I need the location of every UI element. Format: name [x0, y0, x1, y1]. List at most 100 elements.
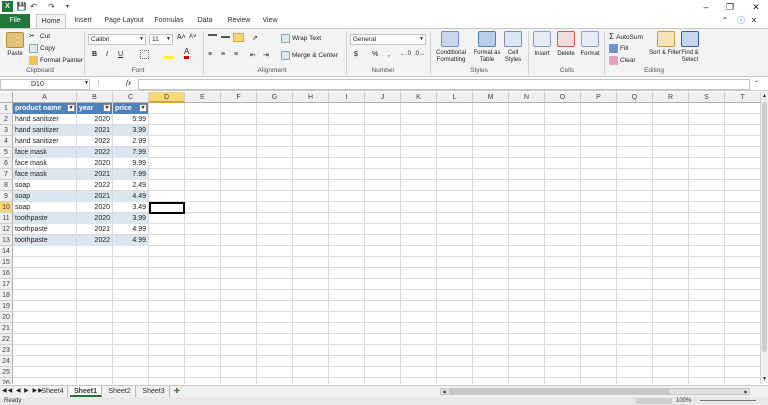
row-header-17[interactable]: 17: [0, 279, 13, 290]
row-header-8[interactable]: 8: [0, 180, 13, 191]
table-cell[interactable]: 2022: [77, 147, 112, 158]
table-cell[interactable]: 2022: [77, 136, 112, 147]
column-header-d[interactable]: D: [149, 92, 185, 103]
function-icon[interactable]: fx: [126, 79, 131, 87]
align-middle-icon[interactable]: [221, 36, 230, 38]
table-cell[interactable]: 2022: [77, 180, 112, 191]
table-cell[interactable]: 4.99: [113, 235, 148, 246]
table-cell[interactable]: hand sanitizer: [13, 136, 76, 147]
grow-font-icon[interactable]: A˄: [177, 34, 186, 41]
table-cell[interactable]: 2021: [77, 224, 112, 235]
shrink-font-icon[interactable]: A˅: [189, 34, 197, 40]
column-header-g[interactable]: G: [257, 92, 293, 103]
new-sheet-icon[interactable]: ✚: [174, 387, 180, 395]
save-icon[interactable]: 💾: [16, 1, 27, 12]
table-cell[interactable]: face mask: [13, 158, 76, 169]
scroll-thumb[interactable]: [762, 102, 767, 352]
align-center-icon[interactable]: ≡: [221, 51, 225, 58]
sheet-tab[interactable]: Sheet2: [104, 386, 136, 397]
paste-button[interactable]: Paste: [2, 51, 28, 58]
table-cell[interactable]: hand sanitizer: [13, 114, 76, 125]
table-cell[interactable]: 5.99: [113, 114, 148, 125]
active-cell[interactable]: [149, 202, 185, 214]
column-header-q[interactable]: Q: [617, 92, 653, 103]
table-cell[interactable]: 2020: [77, 158, 112, 169]
format-as-table-icon[interactable]: [478, 31, 496, 47]
minimize-button[interactable]: –: [694, 0, 718, 14]
table-cell[interactable]: 2021: [77, 169, 112, 180]
merge-center-button[interactable]: Merge & Center: [281, 51, 338, 60]
row-header-14[interactable]: 14: [0, 246, 13, 257]
table-cell[interactable]: toothpaste: [13, 235, 76, 246]
row-header-3[interactable]: 3: [0, 125, 13, 136]
format-cells-button[interactable]: Format: [577, 51, 603, 58]
align-left-icon[interactable]: ≡: [208, 51, 212, 58]
row-header-10[interactable]: 10: [0, 202, 13, 213]
row-header-23[interactable]: 23: [0, 345, 13, 356]
horizontal-scrollbar[interactable]: ◀ ▶: [440, 388, 750, 395]
number-format-select[interactable]: General ▼: [350, 34, 426, 45]
delete-cells-icon[interactable]: [557, 31, 575, 47]
copy-button[interactable]: Copy: [29, 44, 55, 53]
table-cell[interactable]: 2020: [77, 114, 112, 125]
select-all-corner[interactable]: [0, 92, 13, 103]
sheet-tab[interactable]: Sheet3: [138, 386, 170, 397]
delete-cells-button[interactable]: Delete: [553, 51, 579, 58]
view-buttons[interactable]: [636, 398, 672, 404]
cell-styles-icon[interactable]: [504, 31, 522, 47]
wrap-text-button[interactable]: Wrap Text: [281, 34, 321, 43]
percent-button[interactable]: %: [372, 51, 378, 58]
workbook-close-icon[interactable]: ✕: [748, 14, 760, 28]
sheet-tab[interactable]: Sheet4: [38, 386, 68, 397]
table-cell[interactable]: 2020: [77, 202, 112, 213]
name-box[interactable]: D10: [0, 79, 90, 90]
table-cell[interactable]: 2021: [77, 191, 112, 202]
help-icon[interactable]: ⓘ: [734, 14, 748, 28]
worksheet-grid[interactable]: ABCDEFGHIJKLMNOPQRST 1 2 3 4 5 6 7 8 9 10 11 12 13 14…: [0, 92, 760, 384]
table-header-cell[interactable]: price ▾: [113, 103, 148, 114]
decrease-indent-icon[interactable]: ⇤: [250, 51, 256, 59]
row-header-24[interactable]: 24: [0, 356, 13, 367]
table-cell[interactable]: 3.49: [113, 202, 148, 213]
customize-toolbar-icon[interactable]: ▾: [62, 1, 73, 12]
table-cell[interactable]: 2.49: [113, 180, 148, 191]
align-bottom-icon[interactable]: [233, 33, 244, 42]
font-name-select[interactable]: Calibri ▼: [88, 34, 146, 45]
increase-indent-icon[interactable]: ⇥: [263, 51, 269, 59]
orientation-icon[interactable]: ⇗: [252, 34, 258, 42]
table-cell[interactable]: 2.99: [113, 136, 148, 147]
tab-home[interactable]: Home: [36, 14, 66, 28]
expand-formula-icon[interactable]: ⌃: [754, 80, 759, 87]
table-header-cell[interactable]: product name ▾: [13, 103, 76, 114]
format-cells-icon[interactable]: [581, 31, 599, 47]
minimize-ribbon-icon[interactable]: ⌃: [718, 14, 732, 28]
row-header-18[interactable]: 18: [0, 290, 13, 301]
row-header-9[interactable]: 9: [0, 191, 13, 202]
column-header-p[interactable]: P: [581, 92, 617, 103]
table-cell[interactable]: toothpaste: [13, 224, 76, 235]
autosum-button[interactable]: Σ AutoSum: [609, 32, 643, 41]
scroll-down-icon[interactable]: ▼: [761, 375, 768, 383]
currency-button[interactable]: $: [354, 51, 358, 58]
filter-dropdown-icon[interactable]: ▾: [103, 104, 111, 112]
zoom-slider[interactable]: [700, 400, 756, 401]
column-header-j[interactable]: J: [365, 92, 401, 103]
column-header-a[interactable]: A: [13, 92, 77, 103]
insert-cells-icon[interactable]: [533, 31, 551, 47]
cell-styles-button[interactable]: Cell Styles: [500, 50, 526, 64]
column-header-c[interactable]: C: [113, 92, 149, 103]
bold-button[interactable]: B: [92, 51, 97, 58]
row-header-12[interactable]: 12: [0, 224, 13, 235]
font-size-select[interactable]: 11 ▼: [149, 34, 173, 45]
column-header-b[interactable]: B: [77, 92, 113, 103]
italic-button[interactable]: I: [106, 51, 108, 58]
table-cell[interactable]: soap: [13, 202, 76, 213]
table-header-cell[interactable]: year ▾: [77, 103, 112, 114]
column-header-k[interactable]: K: [401, 92, 437, 103]
row-header-20[interactable]: 20: [0, 312, 13, 323]
table-cell[interactable]: toothpaste: [13, 213, 76, 224]
format-as-table-button[interactable]: Format as Table: [470, 50, 504, 64]
table-cell[interactable]: 2020: [77, 213, 112, 224]
row-header-11[interactable]: 11: [0, 213, 13, 224]
cut-button[interactable]: ✂ Cut: [29, 32, 50, 41]
